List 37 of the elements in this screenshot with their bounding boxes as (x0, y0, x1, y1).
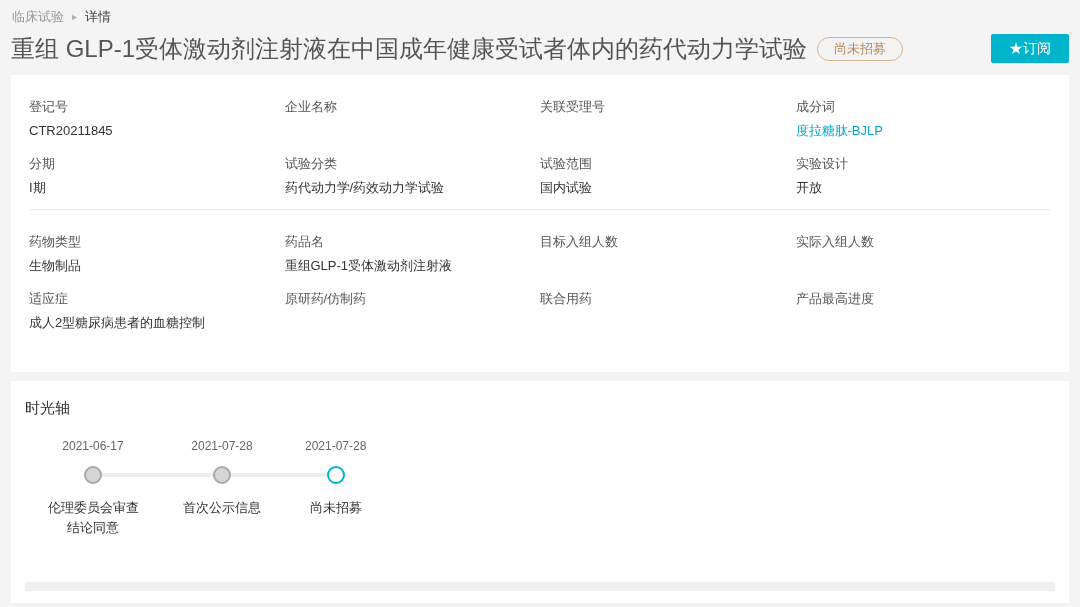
field-label: 试验范围 (540, 154, 593, 173)
field-label: 原研药/仿制药 (284, 289, 368, 308)
field-label: 适应症 (29, 289, 69, 308)
field-link[interactable]: 度拉糖肽-BJLP (795, 121, 1051, 141)
event-date: 2021-07-28 (191, 438, 253, 453)
field-label: 登记号 (29, 97, 69, 116)
page-title: 重组 GLP-1受体激动剂注射液在中国成年健康受试者体内的药代动力学试验 (11, 33, 808, 64)
field-label: 产品最高进度 (795, 289, 875, 308)
field-label: 关联受理号 (540, 97, 606, 116)
field-label: 药品名 (284, 232, 325, 251)
field-label: 实验设计 (795, 154, 849, 173)
field-label: 实际入组人数 (795, 232, 875, 251)
breadcrumb-separator: ▸ (72, 10, 77, 25)
field-label: 试验分类 (284, 154, 338, 173)
breadcrumb-current: 详情 (85, 8, 111, 26)
field-value: 国内试验 (540, 179, 593, 197)
field-label: 药物类型 (29, 232, 82, 251)
field-label: 成分词 (795, 97, 836, 116)
field-value: I期 (29, 179, 47, 197)
subscribe-button[interactable]: ★订阅 (991, 34, 1069, 63)
field-value: 生物制品 (29, 257, 82, 275)
breadcrumb-link[interactable]: 临床试验 (12, 7, 64, 27)
timeline-title: 时光轴 (25, 397, 71, 418)
field-value: 药代动力学/药效动力学试验 (284, 179, 446, 197)
field-value: 开放 (795, 179, 823, 197)
event-label: 首次公示信息 (183, 499, 261, 517)
event-date: 2021-06-17 (62, 438, 124, 453)
field-value: 成人2型糖尿病患者的血糖控制 (29, 314, 207, 332)
event-date: 2021-07-28 (305, 438, 367, 453)
field-label: 企业名称 (284, 97, 338, 116)
field-value: 重组GLP-1受体激动剂注射液 (284, 257, 454, 275)
field-label: 联合用药 (540, 289, 593, 308)
event-label: 伦理委员会审查结论同意 (47, 499, 139, 537)
field-value: CTR20211845 (29, 122, 114, 140)
field-label: 目标入组人数 (540, 232, 619, 251)
field-label: 分期 (29, 154, 56, 173)
event-label: 尚未招募 (309, 499, 362, 517)
